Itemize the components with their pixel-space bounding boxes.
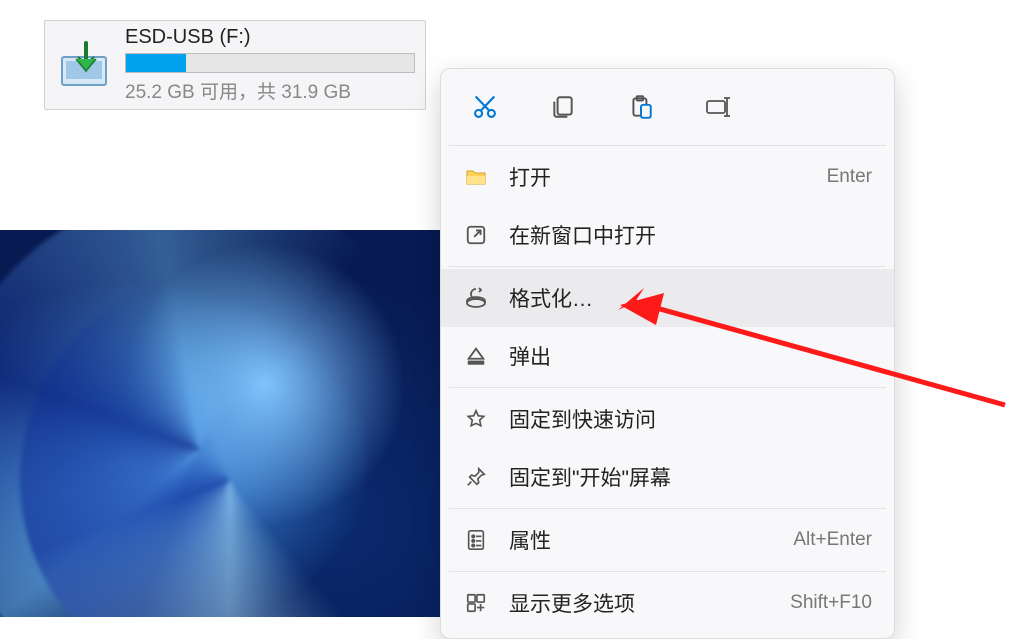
menu-item-more-options[interactable]: 显示更多选项 Shift+F10 [441,574,894,632]
menu-item-format[interactable]: 格式化… [441,269,894,327]
paste-icon[interactable] [621,87,661,127]
menu-item-shortcut: Enter [827,166,872,188]
menu-item-shortcut: Alt+Enter [793,529,872,551]
menu-divider [449,387,886,388]
desktop-wallpaper [0,230,440,617]
properties-icon [463,527,489,553]
menu-item-label: 属性 [509,525,773,555]
menu-item-label: 显示更多选项 [509,588,770,618]
menu-item-label: 弹出 [509,341,852,371]
menu-divider [449,145,886,146]
menu-item-open-new-window[interactable]: 在新窗口中打开 [441,206,894,264]
open-folder-icon [463,164,489,190]
drive-storage-text: 25.2 GB 可用，共 31.9 GB [125,77,415,104]
context-menu: 打开 Enter 在新窗口中打开 格式化… 弹出 固定到快速访问 [440,68,895,639]
menu-divider [449,508,886,509]
menu-divider [449,266,886,267]
menu-item-properties[interactable]: 属性 Alt+Enter [441,511,894,569]
copy-icon[interactable] [543,87,583,127]
eject-icon [463,343,489,369]
menu-item-pin-quick-access[interactable]: 固定到快速访问 [441,390,894,448]
drive-icon [55,36,113,94]
menu-item-label: 固定到快速访问 [509,404,852,434]
rename-icon[interactable] [699,87,739,127]
drive-name: ESD-USB (F:) [125,26,415,49]
cut-icon[interactable] [465,87,505,127]
pin-start-icon [463,464,489,490]
menu-item-label: 格式化… [509,283,852,313]
context-menu-toolbar [441,69,894,143]
pin-quick-access-icon [463,406,489,432]
menu-divider [449,571,886,572]
menu-item-label: 打开 [509,162,807,192]
drive-info: ESD-USB (F:) 25.2 GB 可用，共 31.9 GB [125,26,415,104]
drive-storage-bar-fill [126,54,186,72]
format-icon [463,285,489,311]
open-new-window-icon [463,222,489,248]
menu-item-label: 在新窗口中打开 [509,220,852,250]
menu-item-pin-start[interactable]: 固定到"开始"屏幕 [441,448,894,506]
more-options-icon [463,590,489,616]
drive-item[interactable]: ESD-USB (F:) 25.2 GB 可用，共 31.9 GB [44,20,426,110]
drive-storage-bar [125,53,415,73]
menu-item-shortcut: Shift+F10 [790,592,872,614]
menu-item-label: 固定到"开始"屏幕 [509,462,852,492]
menu-item-eject[interactable]: 弹出 [441,327,894,385]
menu-item-open[interactable]: 打开 Enter [441,148,894,206]
